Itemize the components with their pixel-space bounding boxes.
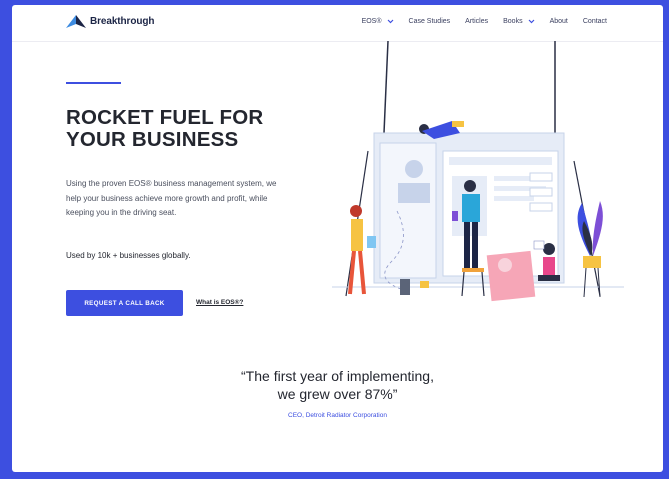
- chevron-down-icon: [387, 19, 393, 24]
- nav-item-contact[interactable]: Contact: [583, 18, 607, 25]
- request-call-back-button[interactable]: REQUEST A CALL BACK: [66, 290, 183, 316]
- nav-item-about[interactable]: About: [550, 18, 568, 25]
- hero-description: Using the proven EOS® business managemen…: [66, 179, 277, 217]
- testimonial-quote-line2: we grew over 87%”: [277, 386, 398, 402]
- what-is-eos-link[interactable]: What is EOS®?: [196, 299, 243, 306]
- nav-item-label: Contact: [582, 18, 607, 25]
- nav-item-label: About: [549, 18, 568, 25]
- logo-mark-icon: [66, 15, 86, 28]
- page: Breakthrough EOS® Case Studies Articles …: [12, 5, 663, 472]
- brand-logo[interactable]: Breakthrough: [66, 15, 154, 28]
- hero-headline: ROCKET FUEL FOR YOUR BUSINESS: [66, 107, 263, 151]
- nav-item-books[interactable]: Books: [503, 18, 535, 25]
- nav-item-label: Articles: [465, 18, 489, 25]
- nav-item-label: Case Studies: [408, 18, 451, 25]
- nav-item-case-studies[interactable]: Case Studies: [409, 18, 451, 25]
- main-menu: EOS® Case Studies Articles Books About C…: [362, 18, 607, 25]
- testimonial-author: CEO, Detroit Radiator Corporation: [288, 412, 387, 419]
- accent-divider: [66, 82, 121, 84]
- top-nav: Breakthrough EOS® Case Studies Articles …: [12, 5, 663, 42]
- nav-item-label: EOS®: [361, 18, 382, 25]
- hero-illustration: [332, 41, 624, 302]
- nav-item-label: Books: [503, 18, 523, 25]
- testimonial-quote-line1: “The first year of implementing,: [241, 368, 434, 384]
- nav-item-eos[interactable]: EOS®: [362, 18, 394, 25]
- chevron-down-icon: [528, 19, 535, 24]
- testimonial-quote: “The first year of implementing, we grew…: [12, 367, 663, 403]
- nav-item-articles[interactable]: Articles: [465, 18, 488, 25]
- brand-name: Breakthrough: [90, 16, 155, 27]
- social-proof: Used by 10k + businesses globally.: [66, 251, 191, 260]
- hero-headline-line2: YOUR BUSINESS: [66, 128, 239, 151]
- hero-headline-line1: ROCKET FUEL FOR: [66, 106, 264, 129]
